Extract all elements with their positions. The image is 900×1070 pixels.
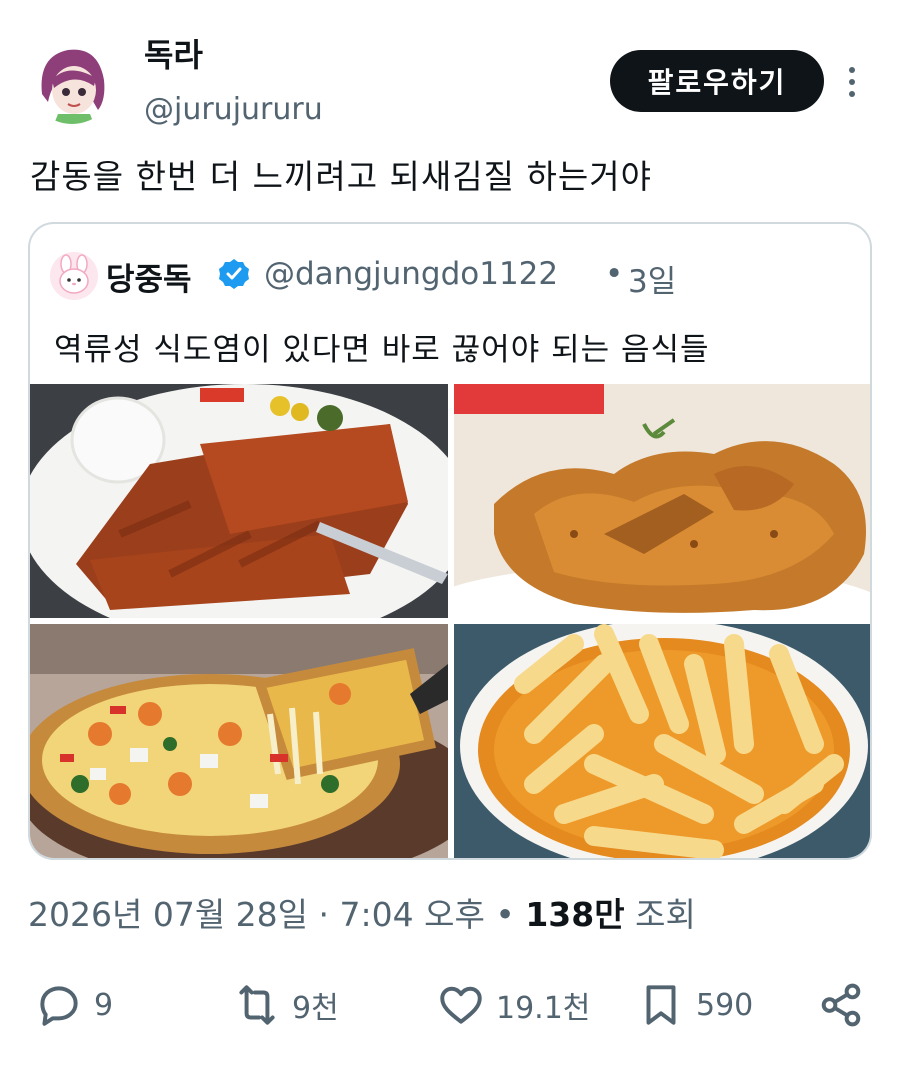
- tweet-header: 독라 @jurujururu 팔로우하기: [0, 0, 900, 140]
- post-date[interactable]: 2026년 07월 28일: [28, 895, 308, 934]
- tteokbokki-image[interactable]: [454, 624, 870, 858]
- avatar[interactable]: [28, 36, 116, 124]
- repost-icon: [239, 985, 275, 1025]
- reply-count: 9: [94, 987, 114, 1023]
- post-time[interactable]: 7:04 오후: [340, 895, 485, 934]
- follow-button[interactable]: 팔로우하기: [610, 50, 824, 112]
- quoted-avatar[interactable]: [50, 252, 98, 300]
- verified-badge-icon: [218, 258, 250, 290]
- quoted-timestamp[interactable]: 3일: [628, 256, 676, 301]
- user-handle[interactable]: @jurujururu: [144, 92, 323, 127]
- repost-button[interactable]: 9천: [232, 970, 339, 1040]
- bookmark-count: 590: [696, 987, 754, 1023]
- views-count[interactable]: 138만: [525, 895, 624, 934]
- meta-separator: •: [495, 895, 515, 934]
- reply-icon: [40, 986, 78, 1026]
- meta-separator: ·: [318, 895, 330, 934]
- more-options-icon[interactable]: [840, 62, 864, 102]
- like-button[interactable]: 19.1천: [436, 970, 590, 1040]
- like-count: 19.1천: [496, 991, 591, 1026]
- views-label: 조회: [635, 895, 696, 934]
- fried-chicken-image[interactable]: [454, 384, 870, 618]
- pizza-image[interactable]: [30, 624, 448, 858]
- tonkatsu-image[interactable]: [30, 384, 448, 618]
- quoted-display-name[interactable]: 당중독: [106, 254, 192, 299]
- bookmark-icon: [646, 985, 676, 1025]
- quoted-text: 역류성 식도염이 있다면 바로 끊어야 되는 음식들: [54, 332, 710, 368]
- post-text: 감동을 한번 더 느끼려고 되새김질 하는거야: [30, 157, 652, 196]
- quote-tweet[interactable]: 당중독 @dangjungdo1122 • 3일 역류성 식도염이 있다면 바로…: [28, 222, 872, 860]
- share-icon: [821, 983, 861, 1027]
- repost-count: 9천: [292, 991, 339, 1026]
- quoted-handle[interactable]: @dangjungdo1122: [264, 256, 558, 292]
- reply-button[interactable]: 9: [34, 970, 113, 1040]
- bookmark-button[interactable]: 590: [636, 970, 753, 1040]
- display-name[interactable]: 독라: [144, 30, 203, 76]
- action-bar: 9 9천 19.1천 590: [0, 970, 900, 1040]
- heart-icon: [440, 986, 482, 1024]
- share-button[interactable]: [816, 970, 866, 1040]
- tweet-metadata: 2026년 07월 28일 · 7:04 오후 • 138만 조회: [28, 888, 696, 936]
- separator-dot: •: [605, 256, 624, 292]
